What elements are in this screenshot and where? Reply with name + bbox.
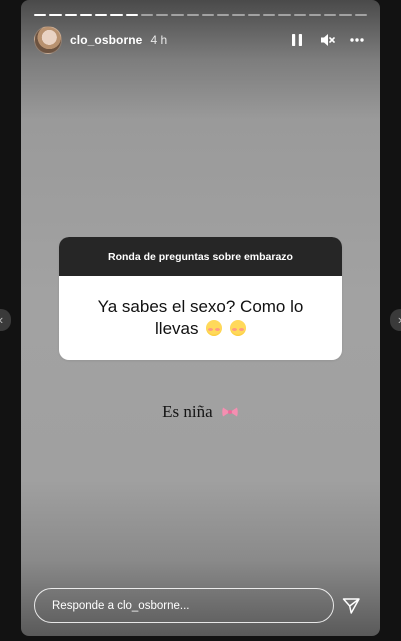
progress-segment xyxy=(232,14,245,16)
progress-segment xyxy=(293,14,306,16)
progress-segment xyxy=(79,14,93,16)
progress-segment xyxy=(201,14,215,16)
story-card[interactable]: clo_osborne 4 h Ronda de preguntas sobre… xyxy=(21,0,380,636)
progress-segment xyxy=(95,14,108,16)
question-text: Ya sabes el sexo? Como lo llevas xyxy=(97,297,304,338)
progress-segment xyxy=(125,14,138,16)
progress-segment xyxy=(49,14,62,16)
progress-segment xyxy=(339,14,352,16)
progress-segment xyxy=(171,14,184,16)
avatar[interactable] xyxy=(34,26,62,54)
progress-segment xyxy=(34,14,47,16)
progress-segment xyxy=(156,14,169,16)
story-header: clo_osborne 4 h xyxy=(34,25,367,55)
progress-segment xyxy=(354,14,367,16)
progress-segment xyxy=(247,14,260,16)
reply-input[interactable]: Responde a clo_osborne... xyxy=(34,588,334,623)
post-time: 4 h xyxy=(150,33,168,47)
progress-segment xyxy=(140,14,154,16)
story-caption: Es niña xyxy=(21,402,380,422)
more-icon[interactable] xyxy=(349,32,365,48)
previous-story-arrow-icon[interactable]: ‹ xyxy=(0,309,11,331)
question-sticker-body: Ya sabes el sexo? Como lo llevas xyxy=(59,276,342,360)
progress-segment xyxy=(64,14,77,16)
smiling-blush-emoji xyxy=(206,320,223,336)
question-sticker-title: Ronda de preguntas sobre embarazo xyxy=(59,237,342,276)
kissing-emoji xyxy=(229,320,246,336)
question-sticker[interactable]: Ronda de preguntas sobre embarazo Ya sab… xyxy=(59,237,342,360)
header-controls xyxy=(289,32,365,48)
username[interactable]: clo_osborne xyxy=(70,33,142,47)
progress-segment xyxy=(186,14,199,16)
progress-segment xyxy=(278,14,291,16)
next-story-arrow-icon[interactable]: › xyxy=(390,309,401,331)
progress-segment xyxy=(217,14,230,16)
story-progress-bar xyxy=(34,14,367,16)
caption-text: Es niña xyxy=(162,402,213,421)
pause-icon[interactable] xyxy=(289,32,305,48)
mute-icon[interactable] xyxy=(319,32,335,48)
progress-segment xyxy=(308,14,322,16)
pink-bow-emoji xyxy=(222,407,238,417)
reply-placeholder: Responde a clo_osborne... xyxy=(52,599,190,612)
story-viewer: ‹ › clo_osborne 4 h xyxy=(0,0,401,641)
progress-segment xyxy=(110,14,123,16)
progress-segment xyxy=(262,14,276,16)
progress-segment xyxy=(324,14,337,16)
send-icon[interactable] xyxy=(341,596,361,616)
